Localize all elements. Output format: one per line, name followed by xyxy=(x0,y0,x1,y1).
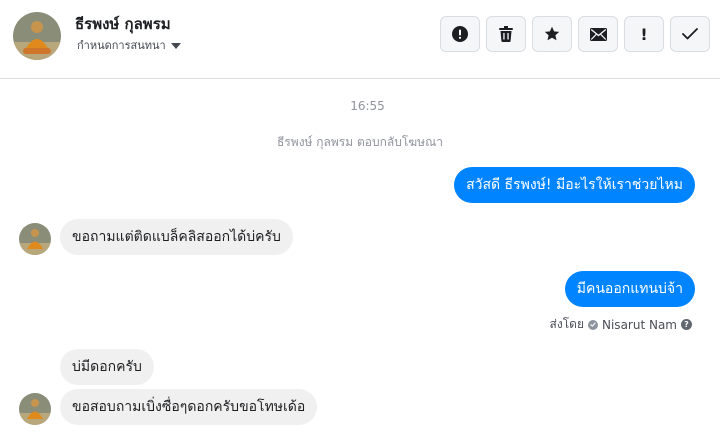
envelope-icon xyxy=(589,27,607,41)
sent-by-label: ส่งโดย xyxy=(549,317,584,331)
incoming-message[interactable]: บ่มีดอกครับ xyxy=(60,349,154,385)
checkmark-icon xyxy=(682,28,698,40)
contact-avatar[interactable] xyxy=(13,12,61,60)
trash-icon xyxy=(499,26,513,42)
mark-spam-button[interactable] xyxy=(440,16,480,52)
check-circle-icon xyxy=(588,319,598,330)
follow-up-button[interactable]: ! xyxy=(624,16,664,52)
incoming-message[interactable]: ขอสอบถามเบิ่งซื่อๆดอกครับขอโทษเด้อ xyxy=(60,389,318,425)
messenger-conversation: ธีรพงษ์ กุลพรม กำหนดการสนทนา ! 16:55 ธีร… xyxy=(0,0,720,432)
contact-avatar-small xyxy=(19,393,51,425)
message-timestamp: 16:55 xyxy=(350,99,385,113)
assign-conversation-dropdown[interactable]: กำหนดการสนทนา xyxy=(77,36,181,54)
help-icon[interactable]: ? xyxy=(681,319,692,330)
star-button[interactable] xyxy=(532,16,572,52)
conversation-header: ธีรพงษ์ กุลพรม กำหนดการสนทนา ! xyxy=(0,0,720,79)
alert-circle-icon xyxy=(452,26,468,42)
mark-done-button[interactable] xyxy=(670,16,710,52)
delete-button[interactable] xyxy=(486,16,526,52)
conversation-toolbar: ! xyxy=(440,16,710,52)
contact-avatar-small xyxy=(19,223,51,255)
caret-down-icon xyxy=(170,42,181,49)
sent-by-info: ส่งโดย Nisarut Nam ? xyxy=(550,315,692,334)
contact-name[interactable]: ธีรพงษ์ กุลพรม xyxy=(75,12,171,36)
mark-unread-button[interactable] xyxy=(578,16,618,52)
incoming-message[interactable]: ขอถามแต่ติดแบล็คลิสออกได้บ่ครับ xyxy=(60,219,293,255)
ad-reply-note: ธีรพงษ์ กุลพรม ตอบกลับโฆษณา xyxy=(277,135,443,149)
outgoing-message[interactable]: มีคนออกแทนบ่จ้า xyxy=(564,271,695,307)
exclamation-icon: ! xyxy=(640,24,648,44)
assign-conversation-label: กำหนดการสนทนา xyxy=(77,39,166,52)
sender-name[interactable]: Nisarut Nam xyxy=(602,318,677,332)
outgoing-message[interactable]: สวัสดี ธีรพงษ์! มีอะไรให้เราช่วยไหม xyxy=(454,167,695,203)
star-icon xyxy=(544,26,560,41)
